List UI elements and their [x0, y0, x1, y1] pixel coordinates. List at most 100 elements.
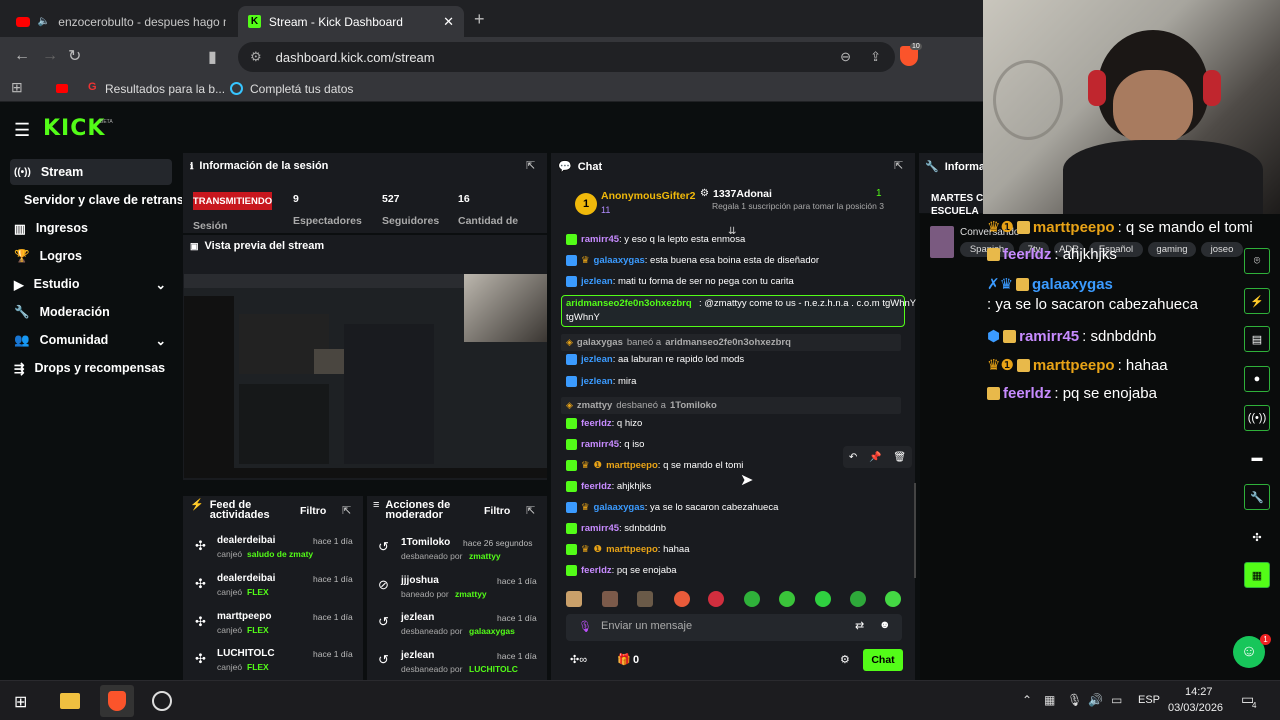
popout-icon[interactable]: ⇱ [342, 504, 351, 517]
mod-target-user[interactable]: jezlean [401, 650, 434, 661]
chat-username[interactable]: marttpeepo [606, 544, 658, 555]
popout-icon[interactable]: ⇱ [526, 504, 535, 517]
bookmark-link[interactable]: Completá tus datos [250, 82, 353, 96]
chat-target-user[interactable]: 1Tomiloko [670, 400, 717, 411]
microphone-icon[interactable]: 🎙 [578, 620, 592, 633]
points-icon[interactable]: ✣∞ [570, 653, 587, 666]
back-icon[interactable]: ← [14, 47, 30, 65]
chat-username[interactable]: jezlean [581, 376, 613, 387]
overlay-people-icon[interactable]: ✣ [1244, 524, 1270, 550]
browser-tab[interactable]: 🔈 enzocerobulto - despues hago m [6, 6, 236, 37]
filter-button[interactable]: Filtro [300, 505, 326, 517]
mod-by-user[interactable]: galaaxygas [469, 626, 515, 636]
tray-app-icon[interactable]: ▦ [1044, 693, 1055, 707]
obs-icon[interactable] [152, 691, 172, 711]
chevron-up-icon[interactable]: ⌃ [1022, 693, 1032, 707]
chat-username[interactable]: feerldz [581, 481, 612, 492]
chat-username[interactable]: feerldz [581, 418, 612, 429]
url-bar[interactable]: ⚙ dashboard.kick.com/stream ⊖ ⇪ [238, 42, 895, 72]
overlay-wrench-icon[interactable]: 🔧 [1244, 484, 1270, 510]
overlay-bolt-icon[interactable]: ⚡ [1244, 288, 1270, 314]
overlay-clapper-icon[interactable]: ▦ [1244, 562, 1270, 588]
menu-icon[interactable]: ☰ [14, 120, 30, 141]
browser-tab-active[interactable]: K Stream - Kick Dashboard ✕ [238, 6, 464, 37]
chat-target-user[interactable]: aridmanseo2fe0n3ohxezbrq [665, 337, 791, 348]
chat-username[interactable]: ramirr45 [581, 234, 619, 245]
mute-icon[interactable]: 🔈 [38, 16, 50, 27]
mod-by-user[interactable]: zmattyy [455, 589, 487, 599]
apps-grid-icon[interactable]: ⊞ [11, 79, 23, 96]
filter-button[interactable]: Filtro [484, 505, 510, 517]
sidebar-item-stream[interactable]: ((•)) Stream [10, 159, 172, 185]
gift-box-icon[interactable]: 🎁 [617, 653, 631, 666]
emote-icon[interactable] [674, 591, 690, 607]
volume-icon[interactable]: 🔊 [1088, 693, 1103, 707]
activity-user[interactable]: dealerdeibai [217, 535, 275, 546]
site-settings-icon[interactable]: ⚙ [250, 49, 262, 65]
chat-username[interactable]: ramirr45 [581, 439, 619, 450]
chat-username[interactable]: galaaxygas [594, 502, 645, 513]
activity-user[interactable]: marttpeepo [217, 611, 271, 622]
file-explorer-icon[interactable] [60, 693, 80, 709]
mod-target-user[interactable]: 1Tomiloko [401, 537, 450, 548]
bookmark-icon[interactable]: ▮ [208, 47, 217, 67]
chat-username[interactable]: marttpeepo [606, 460, 658, 471]
bookmark-link[interactable]: Resultados para la b... [105, 82, 225, 96]
sidebar-item-ingresos[interactable]: ▥ Ingresos [10, 215, 172, 241]
overlay-doc-icon[interactable]: ▤ [1244, 326, 1270, 352]
stream-tag[interactable]: gaming [1148, 242, 1196, 257]
overlay-chat-icon[interactable]: ● [1244, 366, 1270, 392]
gift-user-name[interactable]: 1337Adonai [713, 188, 772, 200]
popout-icon[interactable]: ⇱ [894, 159, 903, 172]
activity-user[interactable]: LUCHITOLC [217, 648, 275, 659]
delete-icon[interactable]: 🗑 [893, 452, 906, 463]
chat-username[interactable]: galaxygas [577, 337, 623, 348]
popout-icon[interactable]: ⇱ [526, 159, 535, 172]
sidebar-item-logros[interactable]: 🏆 Logros [10, 243, 172, 269]
overlay-print-icon[interactable]: ▬ [1244, 445, 1270, 471]
activity-user[interactable]: dealerdeibai [217, 573, 275, 584]
sidebar-item-server-key[interactable]: Servidor y clave de retransm [20, 187, 182, 213]
translate-icon[interactable]: ⇄ [855, 619, 864, 632]
kick-logo[interactable]: KICK [43, 116, 105, 141]
zoom-icon[interactable]: ⊖ [840, 49, 851, 65]
chat-username[interactable]: feerldz [581, 565, 612, 576]
overlay-broadcast-icon[interactable]: ((•)) [1244, 405, 1270, 431]
chat-scrollbar[interactable] [914, 483, 916, 578]
settings-icon[interactable]: ⚙ [840, 653, 850, 666]
close-icon[interactable]: ✕ [443, 14, 454, 30]
sidebar-item-comunidad[interactable]: 👥 Comunidad ⌄ [10, 327, 172, 353]
emoji-icon[interactable]: ☻ [879, 619, 891, 631]
send-chat-button[interactable]: Chat [863, 649, 903, 671]
emote-icon[interactable] [708, 591, 724, 607]
chat-username[interactable]: ramirr45 [581, 523, 619, 534]
stream-preview-video[interactable] [184, 274, 547, 478]
emote-icon[interactable] [815, 591, 831, 607]
overlay-target-icon[interactable]: ⌾ [1244, 248, 1270, 274]
chat-username[interactable]: jezlean [581, 354, 613, 365]
top-gifter-name[interactable]: AnonymousGifter2 [601, 190, 696, 202]
share-icon[interactable]: ⇪ [870, 49, 881, 65]
microphone-icon[interactable]: 🎙 [1067, 693, 1082, 707]
network-icon[interactable]: ▭ [1111, 693, 1122, 707]
stream-tag[interactable]: joseo [1201, 242, 1243, 257]
mod-target-user[interactable]: jezlean [401, 612, 434, 623]
emote-icon[interactable] [744, 591, 760, 607]
emote-icon[interactable] [637, 591, 653, 607]
emote-icon[interactable] [566, 591, 582, 607]
clock-time[interactable]: 14:27 [1185, 686, 1213, 698]
chat-input[interactable]: 🎙 Enviar un mensaje ⇄ ☻ [566, 614, 902, 641]
chat-username[interactable]: aridmanseo2fe0n3ohxezbrq [566, 298, 692, 309]
mod-by-user[interactable]: zmattyy [469, 551, 501, 561]
sidebar-item-moderacion[interactable]: 🔧 Moderación [10, 299, 172, 325]
chat-username[interactable]: jezlean [581, 276, 613, 287]
windows-start-icon[interactable]: ⊞ [14, 692, 27, 712]
clock-date[interactable]: 03/03/2026 [1168, 702, 1223, 714]
emote-icon[interactable] [850, 591, 866, 607]
pin-icon[interactable]: 📌 [869, 452, 881, 463]
youtube-bookmark-icon[interactable] [56, 84, 68, 93]
chat-username[interactable]: galaaxygas [594, 255, 645, 266]
reply-icon[interactable]: ↶ [849, 452, 857, 463]
emote-icon[interactable] [602, 591, 618, 607]
sidebar-item-drops[interactable]: ⇶ Drops y recompensas [10, 355, 172, 381]
